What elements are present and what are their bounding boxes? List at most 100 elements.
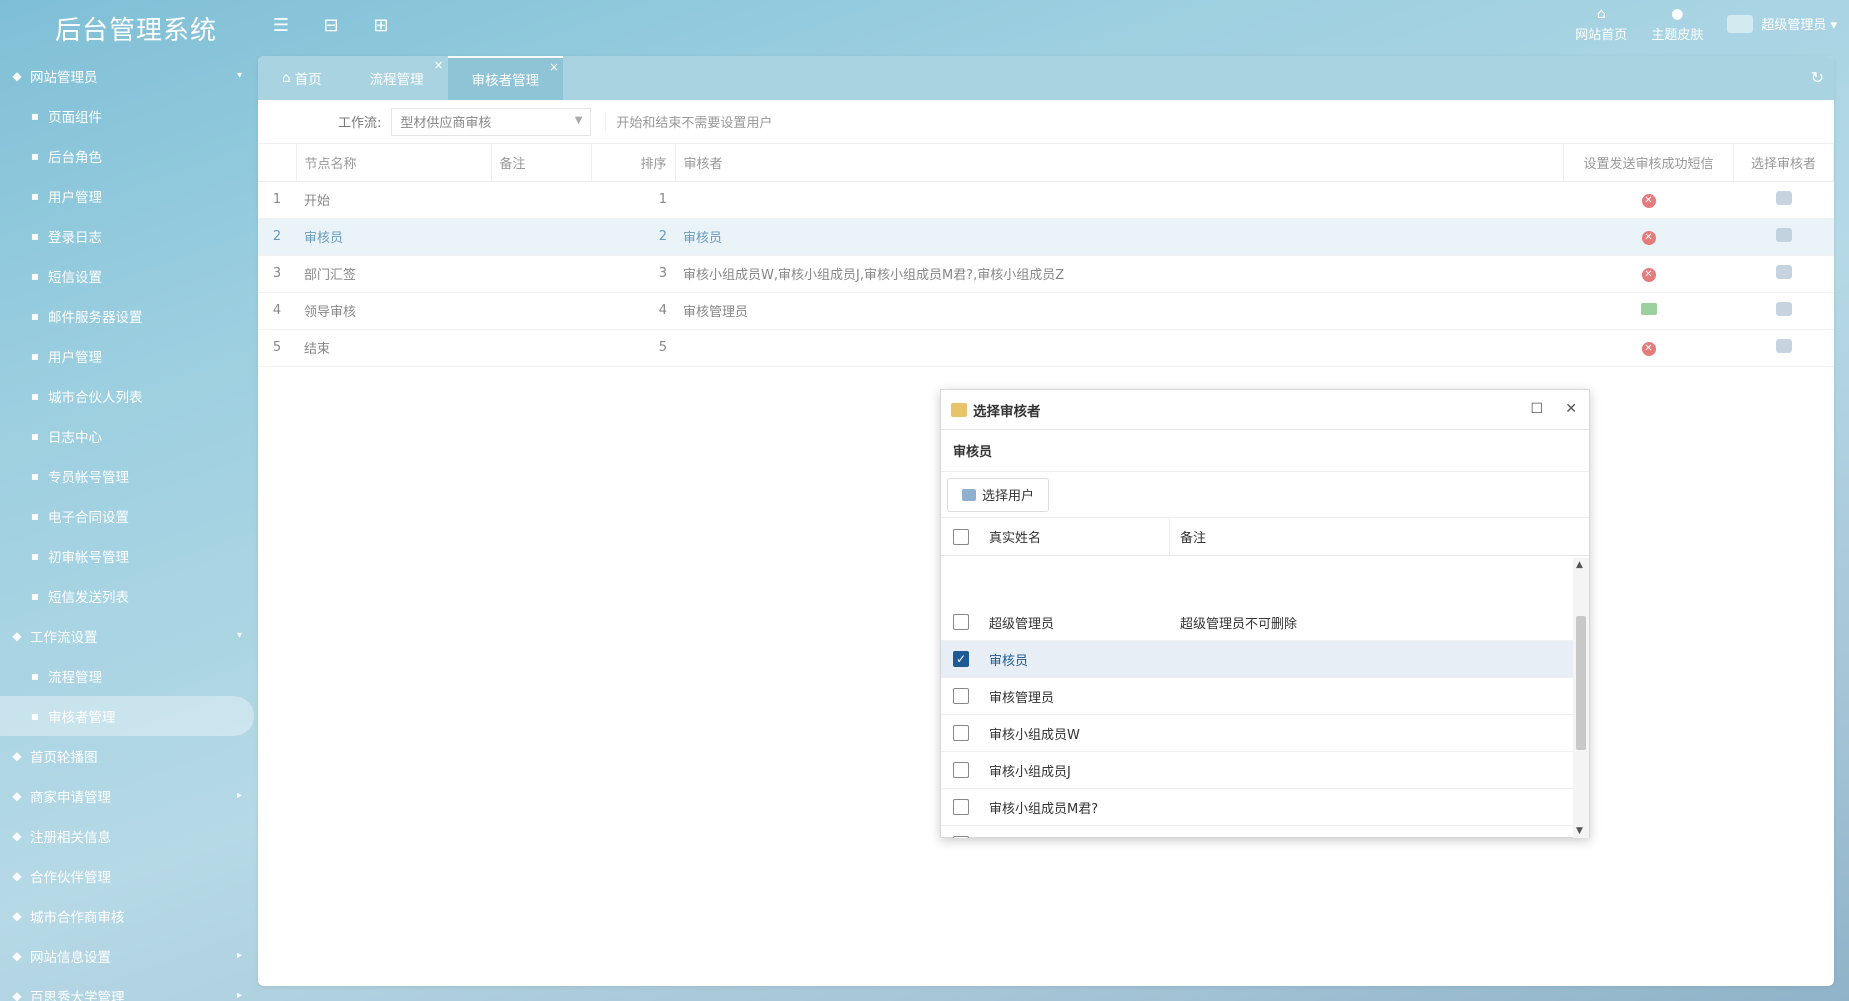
users-icon[interactable] bbox=[1775, 301, 1792, 316]
sidebar-item[interactable]: ▪ 用户管理 bbox=[0, 336, 258, 376]
sidebar-item[interactable]: ▪ 页面组件 bbox=[0, 96, 258, 136]
column-header[interactable]: 备注 bbox=[1170, 527, 1206, 546]
list-item[interactable]: 审核小组成员W bbox=[941, 715, 1573, 752]
list-item[interactable]: 合同审核员 bbox=[941, 826, 1573, 838]
tab-auditor-management[interactable]: 审核者管理 × bbox=[447, 56, 564, 100]
sidebar-item[interactable]: ◆ 城市合作商审核 bbox=[0, 896, 258, 936]
table-row[interactable]: 5 结束 5 ✕ bbox=[258, 329, 1834, 367]
sidebar-item[interactable]: ▪ 邮件服务器设置 bbox=[0, 296, 258, 336]
row-checkbox[interactable] bbox=[953, 836, 969, 838]
row-checkbox[interactable] bbox=[953, 762, 969, 778]
page-icon: ▪ bbox=[30, 269, 40, 283]
list-item[interactable]: 审核管理员 bbox=[941, 678, 1573, 715]
cancel-icon[interactable]: ✕ bbox=[1641, 267, 1656, 282]
tab-home[interactable]: ⌂ 首页 bbox=[258, 56, 346, 100]
table-row[interactable]: 4 领导审核 4 审核管理员 bbox=[258, 292, 1834, 330]
tab-process-management[interactable]: 流程管理 × bbox=[346, 56, 448, 100]
select-all-checkbox[interactable] bbox=[953, 528, 969, 545]
auditors-cell: 审核员 bbox=[675, 218, 1564, 256]
tab-label: 审核者管理 bbox=[471, 73, 540, 89]
sidebar-item[interactable]: ▪ 初审帐号管理 bbox=[0, 536, 258, 576]
sidebar-item[interactable]: ▪ 日志中心 bbox=[0, 416, 258, 456]
list-item[interactable]: 超级管理员 超级管理员不可删除 bbox=[941, 604, 1573, 641]
theme-skin-link[interactable]: ● 主题皮肤 bbox=[1651, 6, 1703, 43]
cancel-icon[interactable]: ✕ bbox=[1641, 193, 1656, 208]
scroll-up-icon[interactable]: ▲ bbox=[1576, 560, 1583, 570]
select-auditor-cell bbox=[1733, 292, 1834, 330]
row-number-header bbox=[258, 144, 297, 182]
sidebar-item[interactable]: ▪ 审核者管理 bbox=[0, 696, 254, 736]
chevron-icon: ▸ bbox=[236, 990, 242, 1001]
column-header[interactable]: 排序 bbox=[591, 144, 676, 182]
close-icon[interactable]: ✕ bbox=[1565, 401, 1577, 417]
row-checkbox[interactable]: ✓ bbox=[953, 651, 969, 667]
user-menu[interactable]: 超级管理员 ▾ bbox=[1727, 14, 1837, 33]
column-header[interactable]: 选择审核者 bbox=[1733, 144, 1834, 182]
close-icon[interactable]: × bbox=[434, 58, 444, 72]
sidebar-item[interactable]: ◆ 网站管理员 ▾ bbox=[0, 56, 258, 96]
table-row[interactable]: 3 部门汇签 3 审核小组成员W,审核小组成员J,审核小组成员M君?,审核小组成员Z ✕ bbox=[258, 255, 1834, 293]
row-checkbox[interactable] bbox=[953, 688, 969, 704]
close-icon[interactable]: × bbox=[549, 60, 559, 74]
order-cell: 2 bbox=[591, 218, 675, 256]
row-checkbox[interactable] bbox=[953, 799, 969, 815]
sidebar-item[interactable]: ◆ 工作流设置 ▾ bbox=[0, 616, 258, 656]
expand-all-icon[interactable]: ⊞ bbox=[370, 15, 392, 37]
collapse-all-icon[interactable]: ⊟ bbox=[320, 15, 342, 37]
sidebar-item[interactable]: ▪ 电子合同设置 bbox=[0, 496, 258, 536]
sidebar-item[interactable]: ▪ 专员帐号管理 bbox=[0, 456, 258, 496]
cancel-icon[interactable]: ✕ bbox=[1641, 341, 1656, 356]
sidebar-item[interactable]: ◆ 首页轮播图 bbox=[0, 736, 258, 776]
sidebar-item-label: 审核者管理 bbox=[48, 710, 116, 726]
page-icon: ▪ bbox=[30, 349, 40, 363]
users-icon[interactable] bbox=[1775, 190, 1792, 205]
order-cell: 1 bbox=[591, 181, 675, 219]
column-header[interactable]: 节点名称 bbox=[296, 144, 492, 182]
menu-toggle-icon[interactable]: ☰ bbox=[270, 15, 292, 37]
sidebar-item[interactable]: ▪ 城市合伙人列表 bbox=[0, 376, 258, 416]
row-checkbox[interactable] bbox=[953, 725, 969, 741]
scroll-down-icon[interactable]: ▼ bbox=[1576, 826, 1583, 836]
sidebar-item[interactable]: ◆ 商家申请管理 ▸ bbox=[0, 776, 258, 816]
sidebar-item[interactable]: ▪ 短信发送列表 bbox=[0, 576, 258, 616]
list-item[interactable]: 审核小组成员M君? bbox=[941, 789, 1573, 826]
sidebar-item-label: 短信设置 bbox=[48, 270, 102, 286]
table-row[interactable]: 1 开始 1 ✕ bbox=[258, 181, 1834, 219]
tab-label: 流程管理 bbox=[369, 72, 424, 88]
mail-icon[interactable] bbox=[1640, 302, 1657, 315]
column-header[interactable]: 设置发送审核成功短信 bbox=[1563, 144, 1734, 182]
table-header-row: 节点名称 备注 排序 审核者 设置发送审核成功短信 选择审核者 bbox=[258, 144, 1834, 182]
list-item[interactable]: 审核小组成员J bbox=[941, 752, 1573, 789]
order-cell: 5 bbox=[591, 329, 675, 367]
sidebar-item[interactable]: ▪ 流程管理 bbox=[0, 656, 258, 696]
list-item[interactable]: ✓ 审核员 bbox=[941, 641, 1573, 678]
refresh-icon[interactable]: ↻ bbox=[1811, 68, 1824, 87]
select-user-button[interactable]: 选择用户 bbox=[947, 477, 1050, 512]
column-header[interactable]: 审核者 bbox=[675, 144, 1564, 182]
sidebar-item[interactable]: ▪ 短信设置 bbox=[0, 256, 258, 296]
users-icon[interactable] bbox=[1775, 264, 1792, 279]
sidebar-item[interactable]: ◆ 百思秀大学管理 ▸ bbox=[0, 976, 258, 1001]
sidebar-item[interactable]: ▪ 用户管理 bbox=[0, 176, 258, 216]
column-header[interactable]: 真实姓名 bbox=[981, 518, 1170, 555]
sidebar-item[interactable]: ◆ 注册相关信息 bbox=[0, 816, 258, 856]
sms-setting-cell: ✕ bbox=[1563, 255, 1734, 293]
sidebar-item[interactable]: ◆ 网站信息设置 ▸ bbox=[0, 936, 258, 976]
sidebar-item-label: 注册相关信息 bbox=[30, 830, 111, 846]
table-row[interactable]: 2 审核员 2 审核员 ✕ bbox=[258, 218, 1834, 256]
sidebar-item-label: 后台角色 bbox=[48, 150, 102, 166]
users-icon[interactable] bbox=[1775, 338, 1792, 353]
scrollbar-thumb[interactable] bbox=[1576, 616, 1586, 750]
users-icon[interactable] bbox=[1775, 227, 1792, 242]
column-header[interactable]: 备注 bbox=[491, 144, 592, 182]
site-home-link[interactable]: ⌂ 网站首页 bbox=[1575, 6, 1627, 43]
sidebar-item[interactable]: ▪ 后台角色 bbox=[0, 136, 258, 176]
row-checkbox[interactable] bbox=[953, 614, 969, 630]
dialog-scrollbar[interactable]: ▲ ▼ bbox=[1573, 558, 1589, 838]
cancel-icon[interactable]: ✕ bbox=[1641, 230, 1656, 245]
maximize-icon[interactable]: ☐ bbox=[1530, 401, 1543, 417]
sidebar-item[interactable]: ▪ 登录日志 bbox=[0, 216, 258, 256]
workflow-select[interactable]: 型材供应商审核 ▼ bbox=[391, 107, 592, 136]
sidebar-item[interactable]: ◆ 合作伙伴管理 bbox=[0, 856, 258, 896]
page-icon: ▪ bbox=[30, 549, 40, 563]
